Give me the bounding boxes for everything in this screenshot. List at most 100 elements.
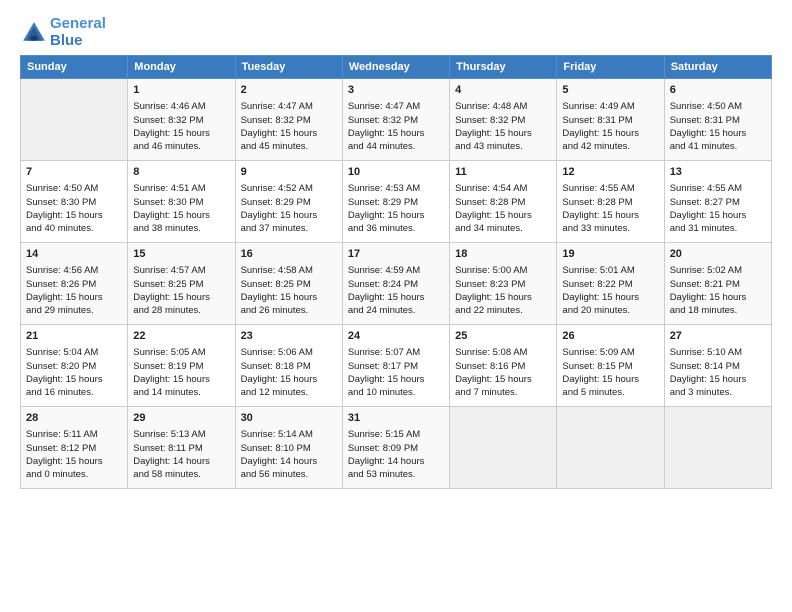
day-info: Sunrise: 5:10 AM <box>670 346 766 359</box>
day-info: Sunrise: 4:55 AM <box>670 182 766 195</box>
day-info: Sunrise: 5:05 AM <box>133 346 229 359</box>
day-cell: 29Sunrise: 5:13 AMSunset: 8:11 PMDayligh… <box>128 407 235 489</box>
day-info: Sunrise: 4:54 AM <box>455 182 551 195</box>
day-info: Sunset: 8:29 PM <box>241 196 337 209</box>
day-cell: 14Sunrise: 4:56 AMSunset: 8:26 PMDayligh… <box>21 243 128 325</box>
day-info: and 38 minutes. <box>133 222 229 235</box>
day-number: 30 <box>241 411 337 426</box>
day-cell: 9Sunrise: 4:52 AMSunset: 8:29 PMDaylight… <box>235 161 342 243</box>
day-info: Sunset: 8:32 PM <box>241 114 337 127</box>
day-number: 14 <box>26 247 122 262</box>
day-info: Sunset: 8:30 PM <box>133 196 229 209</box>
day-cell: 18Sunrise: 5:00 AMSunset: 8:23 PMDayligh… <box>450 243 557 325</box>
day-info: and 43 minutes. <box>455 140 551 153</box>
day-info: Daylight: 15 hours <box>348 373 444 386</box>
day-info: Sunset: 8:29 PM <box>348 196 444 209</box>
day-cell: 21Sunrise: 5:04 AMSunset: 8:20 PMDayligh… <box>21 325 128 407</box>
day-info: and 7 minutes. <box>455 386 551 399</box>
week-row: 14Sunrise: 4:56 AMSunset: 8:26 PMDayligh… <box>21 243 772 325</box>
day-info: Sunset: 8:09 PM <box>348 442 444 455</box>
day-info: Sunrise: 4:49 AM <box>562 100 658 113</box>
page: General Blue SundayMondayTuesdayWednesda… <box>0 0 792 612</box>
day-cell: 30Sunrise: 5:14 AMSunset: 8:10 PMDayligh… <box>235 407 342 489</box>
day-cell: 27Sunrise: 5:10 AMSunset: 8:14 PMDayligh… <box>664 325 771 407</box>
day-info: Sunrise: 5:11 AM <box>26 428 122 441</box>
day-cell: 11Sunrise: 4:54 AMSunset: 8:28 PMDayligh… <box>450 161 557 243</box>
day-info: and 53 minutes. <box>348 468 444 481</box>
day-info: and 26 minutes. <box>241 304 337 317</box>
day-info: Sunrise: 4:50 AM <box>670 100 766 113</box>
day-cell: 25Sunrise: 5:08 AMSunset: 8:16 PMDayligh… <box>450 325 557 407</box>
day-number: 7 <box>26 165 122 180</box>
day-cell <box>557 407 664 489</box>
day-info: Sunrise: 4:47 AM <box>241 100 337 113</box>
day-info: Daylight: 15 hours <box>133 291 229 304</box>
day-info: Sunset: 8:14 PM <box>670 360 766 373</box>
day-info: Daylight: 15 hours <box>133 209 229 222</box>
day-number: 16 <box>241 247 337 262</box>
day-info: Daylight: 14 hours <box>348 455 444 468</box>
day-info: Daylight: 15 hours <box>241 373 337 386</box>
day-number: 28 <box>26 411 122 426</box>
day-number: 19 <box>562 247 658 262</box>
day-number: 4 <box>455 83 551 98</box>
day-info: and 46 minutes. <box>133 140 229 153</box>
day-info: Sunrise: 4:59 AM <box>348 264 444 277</box>
day-cell: 10Sunrise: 4:53 AMSunset: 8:29 PMDayligh… <box>342 161 449 243</box>
day-info: Sunrise: 5:06 AM <box>241 346 337 359</box>
day-info: and 44 minutes. <box>348 140 444 153</box>
day-cell: 13Sunrise: 4:55 AMSunset: 8:27 PMDayligh… <box>664 161 771 243</box>
day-cell: 19Sunrise: 5:01 AMSunset: 8:22 PMDayligh… <box>557 243 664 325</box>
day-info: and 37 minutes. <box>241 222 337 235</box>
week-row: 1Sunrise: 4:46 AMSunset: 8:32 PMDaylight… <box>21 79 772 161</box>
day-info: Sunrise: 4:50 AM <box>26 182 122 195</box>
day-info: Sunrise: 5:08 AM <box>455 346 551 359</box>
day-info: Sunrise: 4:51 AM <box>133 182 229 195</box>
day-cell: 6Sunrise: 4:50 AMSunset: 8:31 PMDaylight… <box>664 79 771 161</box>
day-info: Sunrise: 5:14 AM <box>241 428 337 441</box>
day-info: and 22 minutes. <box>455 304 551 317</box>
day-info: Daylight: 15 hours <box>26 209 122 222</box>
day-info: Sunset: 8:32 PM <box>133 114 229 127</box>
day-number: 25 <box>455 329 551 344</box>
day-info: Sunrise: 4:55 AM <box>562 182 658 195</box>
day-info: Sunset: 8:31 PM <box>670 114 766 127</box>
day-info: Daylight: 15 hours <box>455 373 551 386</box>
day-number: 3 <box>348 83 444 98</box>
day-number: 21 <box>26 329 122 344</box>
day-info: Daylight: 15 hours <box>241 291 337 304</box>
day-info: Daylight: 15 hours <box>241 209 337 222</box>
day-cell: 7 Sunrise: 4:50 AMSunset: 8:30 PMDaylight… <box>21 161 128 243</box>
day-info: Daylight: 15 hours <box>455 291 551 304</box>
day-info: Sunset: 8:23 PM <box>455 278 551 291</box>
day-info: Daylight: 15 hours <box>455 209 551 222</box>
day-number: 12 <box>562 165 658 180</box>
day-cell: 31Sunrise: 5:15 AMSunset: 8:09 PMDayligh… <box>342 407 449 489</box>
day-info: Sunset: 8:30 PM <box>26 196 122 209</box>
day-number: 6 <box>670 83 766 98</box>
day-info: and 3 minutes. <box>670 386 766 399</box>
day-info: Sunset: 8:26 PM <box>26 278 122 291</box>
day-number: 9 <box>241 165 337 180</box>
day-info: Sunset: 8:12 PM <box>26 442 122 455</box>
day-number: 2 <box>241 83 337 98</box>
day-cell: 17Sunrise: 4:59 AMSunset: 8:24 PMDayligh… <box>342 243 449 325</box>
day-info: and 29 minutes. <box>26 304 122 317</box>
header: General Blue <box>20 16 772 49</box>
day-info: Sunrise: 4:53 AM <box>348 182 444 195</box>
day-number: 17 <box>348 247 444 262</box>
logo: General Blue <box>20 16 106 49</box>
day-info: Daylight: 14 hours <box>133 455 229 468</box>
day-info: Daylight: 15 hours <box>348 209 444 222</box>
day-info: Sunrise: 4:58 AM <box>241 264 337 277</box>
day-info: Daylight: 15 hours <box>670 373 766 386</box>
day-number: 26 <box>562 329 658 344</box>
header-day: Monday <box>128 56 235 79</box>
day-info: and 10 minutes. <box>348 386 444 399</box>
day-number: 11 <box>455 165 551 180</box>
day-info: and 41 minutes. <box>670 140 766 153</box>
day-info: Sunrise: 5:09 AM <box>562 346 658 359</box>
day-cell: 5Sunrise: 4:49 AMSunset: 8:31 PMDaylight… <box>557 79 664 161</box>
day-number: 20 <box>670 247 766 262</box>
day-info: and 45 minutes. <box>241 140 337 153</box>
